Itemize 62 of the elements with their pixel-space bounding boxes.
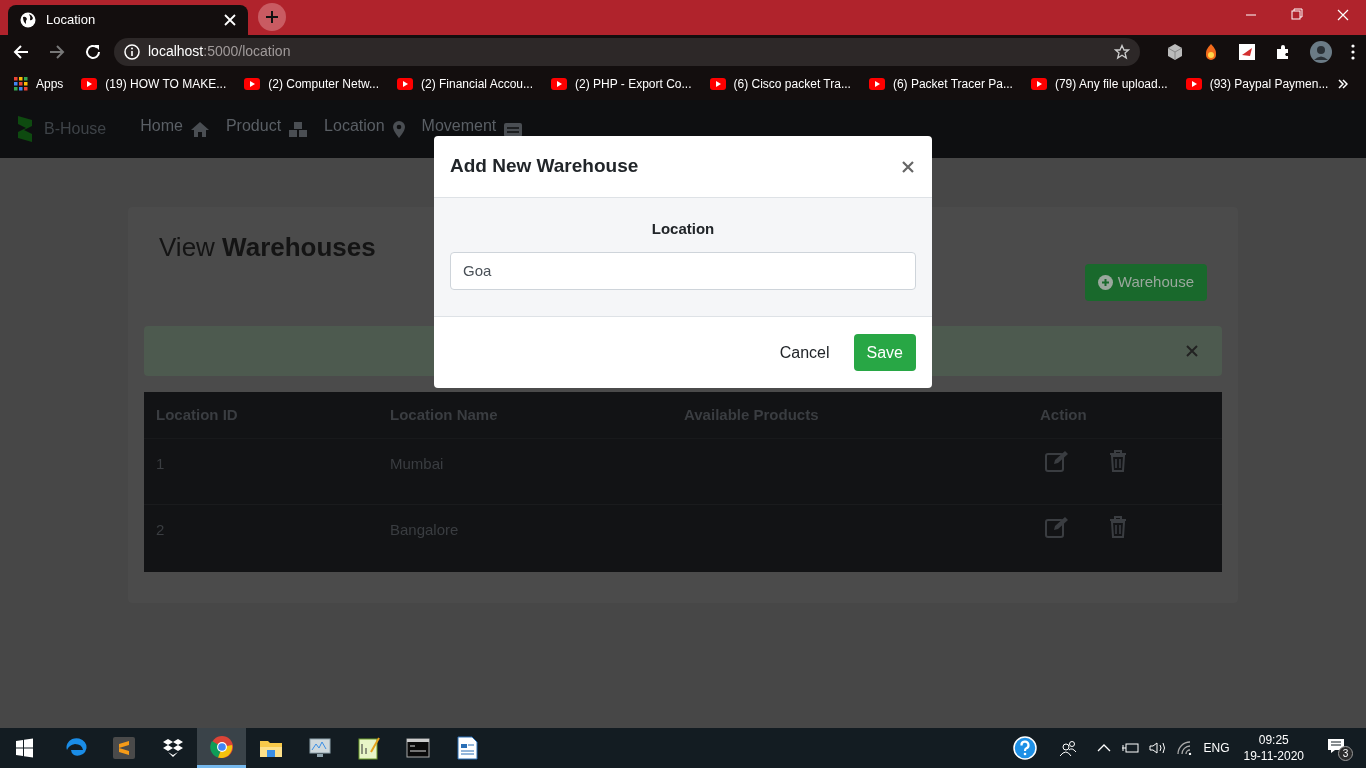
battery-plug-icon[interactable] [1121,741,1140,755]
bookmark-link[interactable]: (6) Cisco packet Tra... [733,75,851,93]
bookmark-link[interactable]: (19) HOW TO MAKE... [105,75,227,93]
bookmark-link[interactable]: (2) PHP - Export Co... [575,75,692,93]
play-icon [709,78,726,90]
globe-icon [20,12,36,28]
bookmark-link[interactable]: Apps [36,75,64,93]
language-indicator[interactable]: ENG [1203,739,1230,757]
message-icon [1327,738,1345,754]
plus-circle-icon [1097,275,1113,290]
address-bar[interactable]: localhost:5000/location [114,37,1140,66]
bookmark-link[interactable]: (6) Packet Tracer Pa... [892,75,1013,93]
bookmark-link[interactable]: (93) Paypal Paymen... [1209,75,1329,93]
play-icon [1185,78,1202,90]
chrome-icon [209,734,234,759]
avatar-icon[interactable] [1310,40,1332,63]
notification-count: 3 [1338,746,1353,761]
bookmark-link[interactable]: (2) Computer Netw... [268,75,379,93]
boxes-icon [288,119,309,139]
url-text: localhost:5000/location [148,42,292,61]
play-icon [551,78,568,90]
help-icon[interactable] [1013,736,1038,760]
clock-date[interactable]: 19-11-2020 [1243,748,1304,764]
play-icon [1030,78,1047,90]
play-icon [81,78,98,90]
reload-icon[interactable] [84,42,102,61]
speaker-icon[interactable] [1149,741,1168,755]
modal-title: Add New Warehouse [450,154,639,179]
monitor-chart-icon [307,736,332,760]
cube-icon[interactable] [1166,42,1184,61]
play-icon [868,78,885,90]
cancel-button[interactable]: Cancel [767,334,842,371]
bookmark-link[interactable]: (2) Financial Accou... [421,75,534,93]
new-tab-icon[interactable] [258,3,286,31]
document-icon [454,736,479,760]
notification-button[interactable]: 3 [1326,734,1354,762]
info-icon [124,43,140,60]
notepad-icon [356,736,381,760]
chevron-up-icon[interactable] [1097,743,1112,753]
taskbar-button[interactable] [197,728,246,768]
apps-grid-icon [14,77,28,91]
sublime-text-icon [111,736,136,760]
clock-time[interactable]: 09:25 [1258,732,1289,748]
page-title: View Warehouses [159,231,376,264]
menu-icon[interactable] [1350,42,1356,61]
wifi-icon[interactable] [1177,741,1194,755]
play-icon [397,78,413,90]
terminal-icon [405,736,430,760]
people-icon[interactable] [1059,739,1078,757]
field-label: Location [651,219,715,239]
forward-icon[interactable] [48,42,66,61]
extension-icon[interactable] [1238,42,1256,61]
star-icon[interactable] [1114,43,1130,60]
browser-tab[interactable]: Location [8,5,248,35]
back-icon[interactable] [12,42,30,61]
bookmark-link[interactable]: (79) Any file upload... [1054,75,1168,93]
tab-title: Location [46,11,97,30]
more-bookmarks-icon[interactable] [1338,79,1348,89]
map-pin-icon [391,119,406,139]
house-icon [189,119,210,139]
location-input[interactable]: Goa [450,251,916,290]
play-icon [244,78,261,90]
